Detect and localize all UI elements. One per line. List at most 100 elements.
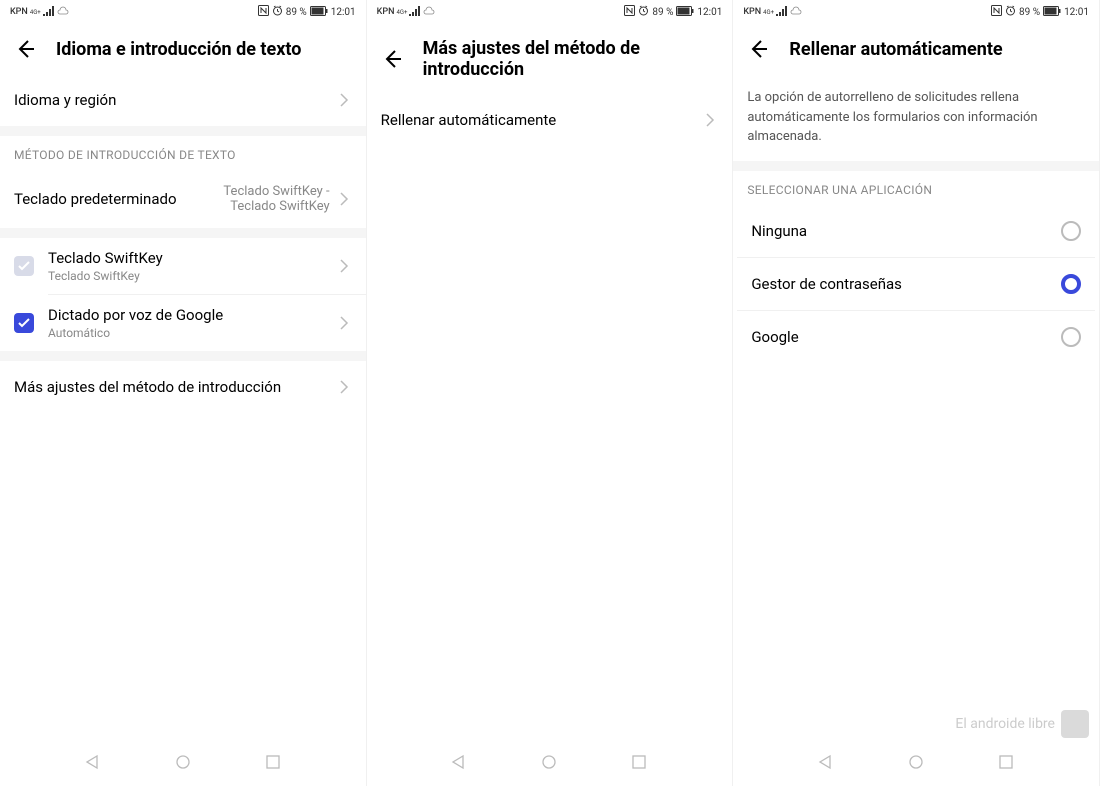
language-region-label: Idioma y región xyxy=(14,91,116,109)
divider xyxy=(0,351,366,361)
chevron-right-icon xyxy=(336,315,352,331)
carrier-label: KPN xyxy=(10,7,28,17)
autofill-description: La opción de autorrelleno de solicitudes… xyxy=(733,74,1099,161)
google-voice-title: Dictado por voz de Google xyxy=(48,306,316,324)
nav-home-button[interactable] xyxy=(906,752,926,772)
page-title: Rellenar automáticamente xyxy=(789,39,1002,60)
default-keyboard-item[interactable]: Teclado predeterminado Teclado SwiftKey … xyxy=(0,170,366,228)
radio-unselected-icon[interactable] xyxy=(1061,327,1081,347)
network-type: 4G+ xyxy=(763,9,774,16)
nfc-icon xyxy=(991,5,1002,19)
signal-icon xyxy=(409,6,421,19)
autofill-item[interactable]: Rellenar automáticamente xyxy=(367,94,733,146)
screen-more-input-settings: KPN 4G+ 89 % 12:01 Más ajustes del métod… xyxy=(367,0,734,786)
time-label: 12:01 xyxy=(697,7,722,18)
status-right: 89 % 12:01 xyxy=(991,5,1089,19)
carrier-label: KPN xyxy=(743,7,761,17)
cloud-icon xyxy=(423,6,435,19)
section-header-input: MÉTODO DE INTRODUCCIÓN DE TEXTO xyxy=(0,136,366,170)
default-keyboard-label: Teclado predeterminado xyxy=(14,190,177,208)
page-title: Idioma e introducción de texto xyxy=(56,39,301,60)
carrier-label: KPN xyxy=(377,7,395,17)
radio-label-none: Ninguna xyxy=(751,222,807,240)
nfc-icon xyxy=(624,5,635,19)
status-left: KPN 4G+ xyxy=(743,6,802,19)
divider xyxy=(0,126,366,136)
time-label: 12:01 xyxy=(331,7,356,18)
back-button[interactable] xyxy=(381,48,403,70)
radio-option-google[interactable]: Google xyxy=(737,311,1095,363)
status-bar: KPN 4G+ 89 % 12:01 xyxy=(367,0,733,24)
cloud-icon xyxy=(790,6,802,19)
chevron-right-icon xyxy=(336,92,352,108)
autofill-label: Rellenar automáticamente xyxy=(381,111,557,129)
chevron-right-icon xyxy=(336,379,352,395)
checkbox-checked-disabled-icon[interactable] xyxy=(14,256,34,276)
header: Más ajustes del método de introducción xyxy=(367,24,733,94)
back-button[interactable] xyxy=(14,38,36,60)
navigation-bar xyxy=(0,738,366,786)
battery-icon xyxy=(676,6,694,19)
time-label: 12:01 xyxy=(1064,7,1089,18)
radio-label-google: Google xyxy=(751,328,798,346)
chevron-right-icon xyxy=(702,112,718,128)
screen-autofill: KPN 4G+ 89 % 12:01 Rellenar automáticame… xyxy=(733,0,1100,786)
nav-back-button[interactable] xyxy=(816,752,836,772)
radio-label-password: Gestor de contraseñas xyxy=(751,275,902,293)
battery-icon xyxy=(310,6,328,19)
battery-percent: 89 % xyxy=(652,7,673,18)
nav-back-button[interactable] xyxy=(83,752,103,772)
status-left: KPN 4G+ xyxy=(10,6,69,19)
status-right: 89 % 12:01 xyxy=(258,5,356,19)
watermark: El androide libre xyxy=(955,710,1089,738)
divider xyxy=(0,228,366,238)
language-region-item[interactable]: Idioma y región xyxy=(0,74,366,126)
nav-home-button[interactable] xyxy=(173,752,193,772)
back-button[interactable] xyxy=(747,38,769,60)
swiftkey-title: Teclado SwiftKey xyxy=(48,249,316,267)
network-type: 4G+ xyxy=(396,9,407,16)
alarm-icon xyxy=(638,5,649,19)
radio-selected-icon[interactable] xyxy=(1061,274,1081,294)
battery-percent: 89 % xyxy=(286,7,307,18)
screen-language-input: KPN 4G+ 89 % 12:01 Idioma e introducción… xyxy=(0,0,367,786)
nav-recent-button[interactable] xyxy=(263,752,283,772)
radio-option-password-manager[interactable]: Gestor de contraseñas xyxy=(737,258,1095,311)
navigation-bar xyxy=(367,738,733,786)
nav-home-button[interactable] xyxy=(539,752,559,772)
nav-recent-button[interactable] xyxy=(629,752,649,772)
checkbox-checked-icon[interactable] xyxy=(14,313,34,333)
swiftkey-sub: Teclado SwiftKey xyxy=(48,269,316,283)
navigation-bar xyxy=(733,738,1099,786)
signal-icon xyxy=(776,6,788,19)
header: Rellenar automáticamente xyxy=(733,24,1099,74)
alarm-icon xyxy=(1005,5,1016,19)
nav-back-button[interactable] xyxy=(449,752,469,772)
battery-icon xyxy=(1043,6,1061,19)
google-voice-sub: Automático xyxy=(48,326,316,340)
signal-icon xyxy=(43,6,55,19)
page-title: Más ajustes del método de introducción xyxy=(423,38,719,80)
status-left: KPN 4G+ xyxy=(377,6,436,19)
radio-option-none[interactable]: Ninguna xyxy=(737,205,1095,258)
watermark-text: El androide libre xyxy=(955,716,1055,732)
section-header-select-app: SELECCIONAR UNA APLICACIÓN xyxy=(733,171,1099,205)
nfc-icon xyxy=(258,5,269,19)
nav-recent-button[interactable] xyxy=(996,752,1016,772)
android-mascot-icon xyxy=(1061,710,1089,738)
radio-unselected-icon[interactable] xyxy=(1061,221,1081,241)
divider xyxy=(733,161,1099,171)
status-bar: KPN 4G+ 89 % 12:01 xyxy=(733,0,1099,24)
more-input-settings-label: Más ajustes del método de introducción xyxy=(14,378,281,396)
default-keyboard-value: Teclado SwiftKey - Teclado SwiftKey xyxy=(180,184,330,214)
status-bar: KPN 4G+ 89 % 12:01 xyxy=(0,0,366,24)
chevron-right-icon xyxy=(336,191,352,207)
google-voice-item[interactable]: Dictado por voz de Google Automático xyxy=(0,295,366,351)
header: Idioma e introducción de texto xyxy=(0,24,366,74)
cloud-icon xyxy=(57,6,69,19)
status-right: 89 % 12:01 xyxy=(624,5,722,19)
swiftkey-item[interactable]: Teclado SwiftKey Teclado SwiftKey xyxy=(0,238,366,294)
network-type: 4G+ xyxy=(30,9,41,16)
battery-percent: 89 % xyxy=(1019,7,1040,18)
more-input-settings-item[interactable]: Más ajustes del método de introducción xyxy=(0,361,366,413)
